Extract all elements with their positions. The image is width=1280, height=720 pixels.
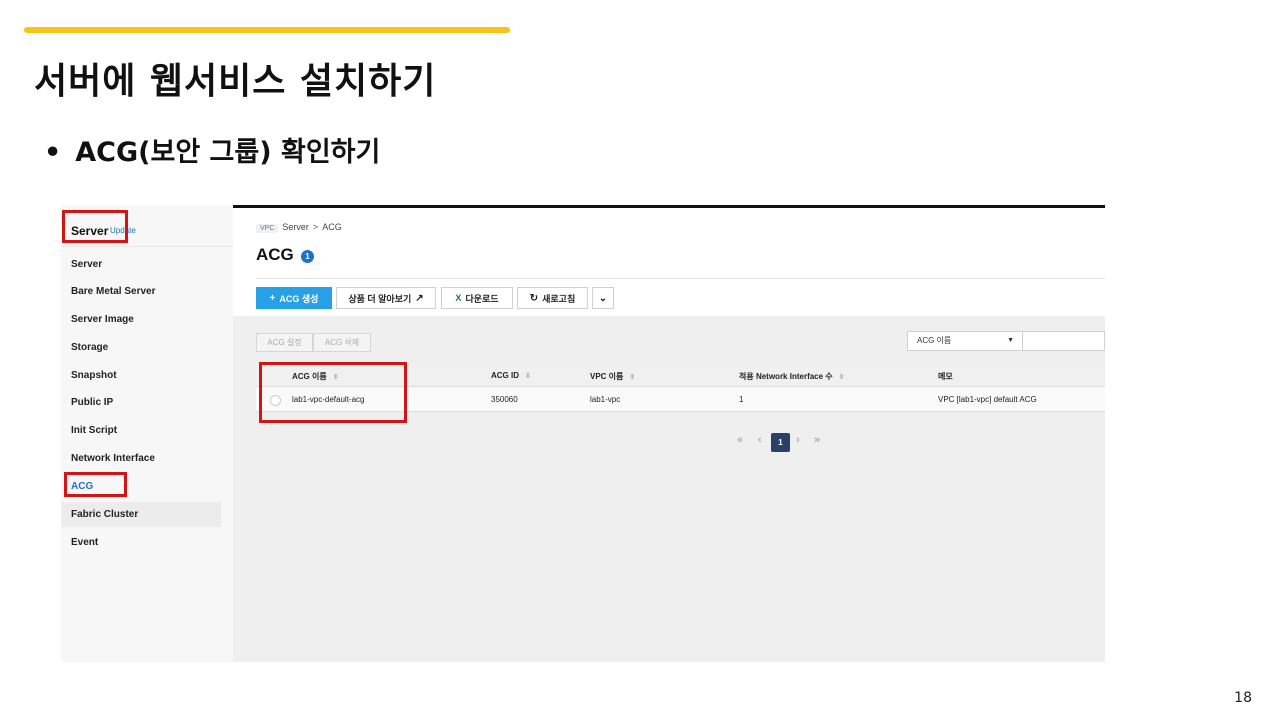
breadcrumb: VPC Server > ACG <box>256 222 342 233</box>
refresh-label: 새로고침 <box>542 293 576 304</box>
create-acg-label: ACG 생성 <box>279 293 319 304</box>
acg-delete-button[interactable]: ACG 삭제 <box>313 333 371 352</box>
page-title: ACG <box>256 245 294 264</box>
bullet-marker: • <box>44 137 62 168</box>
main-content: VPC Server > ACG ACG 1 + ACG 생성 상품 더 알아보기 ↗ X… <box>233 208 1105 662</box>
filter-select[interactable]: ACG 이름 ▼ <box>907 331 1023 351</box>
filter-selected-value: ACG 이름 <box>917 336 952 345</box>
first-page-icon[interactable]: « <box>737 434 743 446</box>
filter-search-input[interactable] <box>1023 331 1105 351</box>
prev-page-icon[interactable]: ‹ <box>758 434 762 446</box>
sidebar-item-fabric-cluster[interactable]: Fabric Cluster <box>71 509 138 520</box>
excel-icon: X <box>455 293 462 303</box>
download-label: 다운로드 <box>465 293 499 304</box>
caret-down-icon: ▼ <box>1007 337 1014 344</box>
vpc-tag: VPC <box>256 224 279 233</box>
learn-more-label: 상품 더 알아보기 <box>348 293 412 304</box>
sidebar-item-event[interactable]: Event <box>71 537 98 548</box>
acg-settings-button[interactable]: ACG 설정 <box>256 333 313 352</box>
learn-more-button[interactable]: 상품 더 알아보기 ↗ <box>336 287 436 309</box>
heading-divider <box>256 278 1105 279</box>
sidebar-item-network-interface[interactable]: Network Interface <box>71 453 155 464</box>
sidebar-item-server[interactable]: Server <box>71 259 102 270</box>
sidebar-item-init-script[interactable]: Init Script <box>71 425 117 436</box>
highlight-box-server <box>62 210 128 243</box>
download-button[interactable]: X 다운로드 <box>441 287 513 309</box>
console-screenshot: Server Update Server Bare Metal Server S… <box>61 205 1105 662</box>
slide-title: 서버에 웹서비스 설치하기 <box>34 61 437 102</box>
cell-acg-id: 350060 <box>491 395 518 404</box>
column-header-acg-id[interactable]: ACG ID ⬍ <box>491 371 531 380</box>
sidebar-item-storage[interactable]: Storage <box>71 342 108 353</box>
sidebar-item-server-image[interactable]: Server Image <box>71 314 134 325</box>
next-page-icon[interactable]: › <box>796 434 800 446</box>
column-header-ni-count[interactable]: 적용 Network Interface 수 ⬍ <box>739 371 845 382</box>
plus-icon: + <box>269 292 276 304</box>
page-number-current[interactable]: 1 <box>771 433 790 452</box>
slide-bullet: • ACG(보안 그룹) 확인하기 <box>44 130 380 169</box>
slide-page-number: 18 <box>1234 690 1252 706</box>
title-accent-bar <box>24 27 510 33</box>
sidebar-item-bare-metal-server[interactable]: Bare Metal Server <box>71 286 156 297</box>
breadcrumb-current: ACG <box>322 222 342 232</box>
last-page-icon[interactable]: » <box>814 434 820 446</box>
cell-memo: VPC [lab1-vpc] default ACG <box>938 395 1037 404</box>
breadcrumb-separator: > <box>312 222 319 232</box>
refresh-icon: ↻ <box>529 292 539 304</box>
external-link-icon: ↗ <box>415 292 424 304</box>
cell-ni-count: 1 <box>739 395 744 404</box>
breadcrumb-server[interactable]: Server <box>282 222 309 232</box>
column-header-memo: 메모 <box>938 372 953 381</box>
chevron-down-icon: ⌄ <box>598 292 608 304</box>
sidebar-item-snapshot[interactable]: Snapshot <box>71 370 117 381</box>
column-header-vpc-name[interactable]: VPC 이름 ⬍ <box>590 371 635 382</box>
cell-vpc-name: lab1-vpc <box>590 395 621 404</box>
count-badge: 1 <box>301 250 314 263</box>
create-acg-button[interactable]: + ACG 생성 <box>256 287 332 309</box>
sidebar-item-public-ip[interactable]: Public IP <box>71 397 113 408</box>
refresh-button[interactable]: ↻ 새로고침 <box>517 287 588 309</box>
bullet-text: ACG(보안 그룹) 확인하기 <box>75 137 381 168</box>
highlight-box-acg-name <box>259 362 407 423</box>
highlight-box-acg-menu <box>64 472 127 497</box>
sort-icon: ⬍ <box>525 373 531 380</box>
sort-icon: ⬍ <box>629 374 636 381</box>
sort-icon: ⬍ <box>838 374 845 381</box>
more-dropdown-button[interactable]: ⌄ <box>592 287 614 309</box>
sidebar: Server Update Server Bare Metal Server S… <box>61 205 233 662</box>
